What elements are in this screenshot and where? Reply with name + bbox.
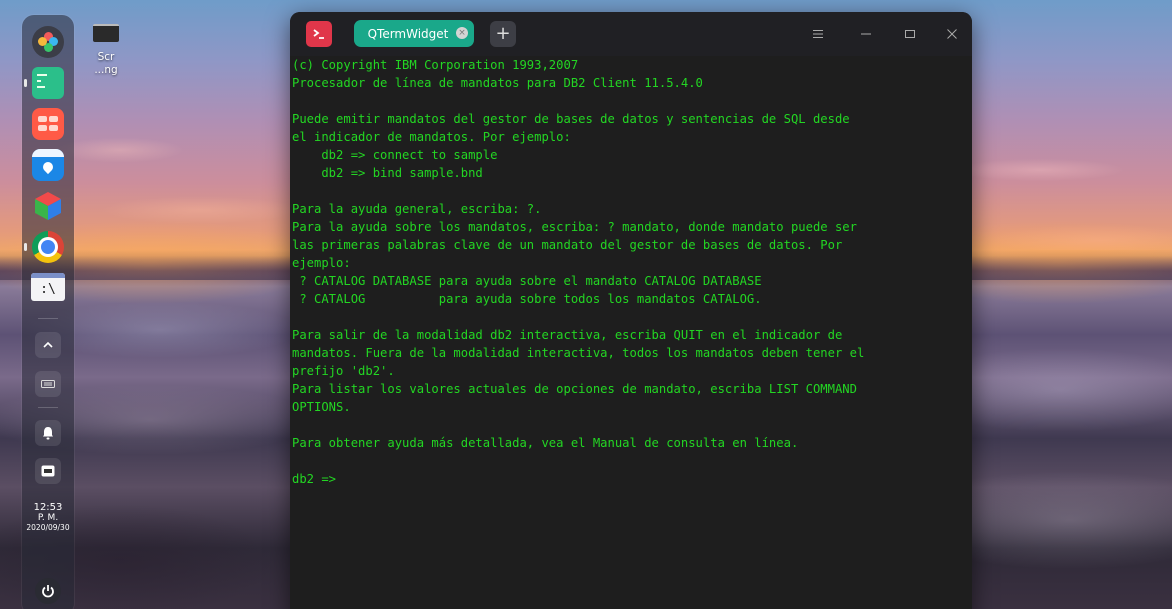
keyboard-icon[interactable]: [35, 371, 61, 397]
dock-clock[interactable]: 12:53 P. M. 2020/09/30: [22, 503, 74, 533]
terminal-prompt[interactable]: db2 =>: [292, 470, 336, 488]
terminal-window[interactable]: QTermWidget × + (c) Copyright IBM Corpor…: [290, 12, 972, 609]
terminal-line: Para listar los valores actuales de opci…: [292, 382, 857, 396]
desktop-file-screenshot[interactable]: Scr ...ng: [84, 20, 128, 77]
terminal-line: Para la ayuda sobre los mandatos, escrib…: [292, 220, 857, 234]
terminal-line: ? CATALOG DATABASE para ayuda sobre el m…: [292, 274, 762, 288]
clock-time: 12:53: [33, 502, 63, 513]
terminal-line: Para la ayuda general, escriba: ?.: [292, 202, 542, 216]
terminal-prompt-icon: [306, 21, 332, 47]
terminal-line: Para salir de la modalidad db2 interacti…: [292, 328, 843, 342]
terminal-line: OPTIONS.: [292, 400, 351, 414]
system-tray-icon[interactable]: [35, 458, 61, 484]
power-icon[interactable]: [35, 578, 61, 604]
terminal-line: ? CATALOG para ayuda sobre todos los man…: [292, 292, 762, 306]
terminal-line: las primeras palabras clave de un mandat…: [292, 238, 843, 252]
maximize-icon[interactable]: [900, 24, 920, 44]
dock-separator: [38, 318, 58, 319]
app-store-icon[interactable]: [32, 108, 64, 140]
tab-label: QTermWidget: [367, 26, 449, 41]
terminal-line: (c) Copyright IBM Corporation 1993,2007: [292, 58, 579, 72]
terminal-line: Puede emitir mandatos del gestor de base…: [292, 112, 850, 126]
terminal-line: Para obtener ayuda más detallada, vea el…: [292, 436, 799, 450]
map-pin-icon: [40, 159, 56, 175]
clock-period: P. M.: [37, 513, 59, 523]
terminal-output[interactable]: (c) Copyright IBM Corporation 1993,2007 …: [290, 56, 972, 609]
launcher-icon[interactable]: [32, 26, 64, 58]
window-titlebar[interactable]: QTermWidget × +: [290, 12, 972, 56]
close-icon[interactable]: [942, 24, 962, 44]
menu-icon[interactable]: [808, 24, 828, 44]
command-prompt-icon[interactable]: :\: [31, 273, 65, 301]
dock-separator: [38, 407, 58, 408]
terminal-line: ejemplo:: [292, 256, 351, 270]
launcher-dots: [38, 32, 58, 52]
image-file-icon: [93, 24, 119, 42]
notification-bell-icon[interactable]: [35, 420, 61, 446]
clock-date: 2020/09/30: [26, 523, 70, 532]
cube-app-icon[interactable]: [32, 190, 64, 222]
dock: :\ 12:53 P. M. 2020/09/30: [22, 15, 74, 609]
minimize-icon[interactable]: [856, 24, 876, 44]
maps-icon[interactable]: [32, 149, 64, 181]
tab-qtermwidget[interactable]: QTermWidget ×: [354, 20, 474, 47]
terminal-line: db2 => bind sample.bnd: [292, 166, 483, 180]
terminal-icon[interactable]: [24, 67, 64, 99]
terminal-line: db2 => connect to sample: [292, 148, 498, 162]
chevron-up-icon[interactable]: [35, 332, 61, 358]
desktop-file-label: Scr ...ng: [94, 51, 118, 76]
new-tab-button[interactable]: +: [490, 21, 516, 47]
terminal-line: prefijo 'db2'.: [292, 364, 395, 378]
terminal-line: mandatos. Fuera de la modalidad interact…: [292, 346, 865, 360]
chrome-icon[interactable]: [24, 231, 64, 263]
terminal-line: Procesador de línea de mandatos para DB2…: [292, 76, 703, 90]
terminal-line: el indicador de mandatos. Por ejemplo:: [292, 130, 571, 144]
tab-close-icon[interactable]: ×: [456, 27, 468, 39]
